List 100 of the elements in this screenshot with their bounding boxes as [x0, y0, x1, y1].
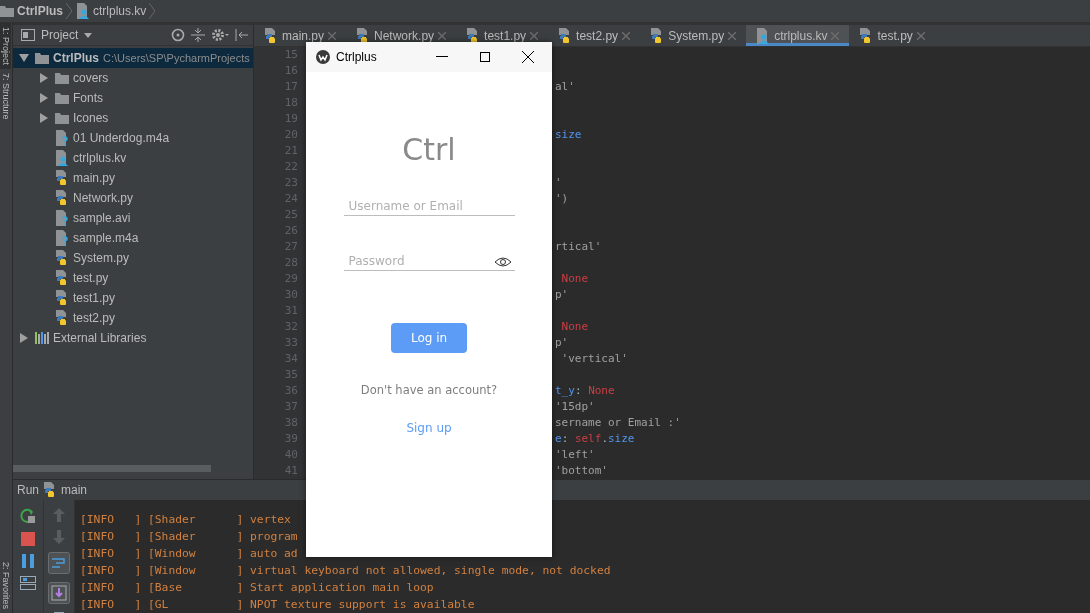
code-line: ')	[555, 192, 569, 205]
chevron-icon	[66, 3, 72, 19]
tree-item[interactable]: test.py	[13, 268, 253, 288]
password-field[interactable]: Password	[343, 252, 515, 271]
tree-item-label: Network.py	[73, 191, 134, 205]
tree-item-label: sample.m4a	[73, 231, 139, 245]
tree-item[interactable]: sample.avi	[13, 208, 253, 228]
breadcrumb-item[interactable]: CtrlPlus	[17, 4, 63, 18]
tree-item[interactable]: test2.py	[13, 308, 253, 328]
python-file-icon	[43, 482, 57, 498]
tree-item-label: sample.avi	[73, 211, 131, 225]
username-field[interactable]: Username or Email	[343, 197, 515, 216]
editor-tab[interactable]: test2.py	[548, 25, 641, 46]
scroll-to-end-icon[interactable]	[48, 582, 70, 604]
unknown-file-icon	[55, 210, 69, 226]
app-heading: Ctrl	[402, 132, 456, 167]
editor-tab[interactable]: System.py	[640, 25, 747, 46]
unknown-file-icon	[55, 230, 69, 246]
editor-tab[interactable]: ctrlplus.kv	[746, 25, 850, 46]
unknown-file-icon	[55, 130, 69, 146]
tool-window-tab[interactable]: 2: Favorites	[0, 557, 11, 613]
log-line: [INFO ] [GL ] NPOT texture support is available	[80, 597, 476, 613]
tree-item[interactable]: 01 Underdog.m4a	[13, 128, 253, 148]
person-file-icon	[55, 150, 69, 166]
folder-icon	[55, 92, 69, 104]
tree-item[interactable]: Icones	[13, 108, 253, 128]
tree-item[interactable]: sample.m4a	[13, 228, 253, 248]
tree-item-label: test.py	[73, 271, 109, 285]
tree-item-label: test2.py	[73, 311, 116, 325]
tree-item[interactable]: Fonts	[13, 88, 253, 108]
signup-prompt: Don't have an account?	[360, 383, 498, 397]
hide-panel-icon[interactable]	[235, 28, 249, 42]
settings-icon[interactable]	[211, 28, 229, 42]
signup-link[interactable]: Sign up	[406, 421, 452, 435]
scrollbar-thumb[interactable]	[13, 465, 211, 472]
close-icon[interactable]	[522, 51, 534, 63]
code-line: e: self.size	[555, 432, 635, 445]
code-line: al'	[555, 80, 575, 93]
soft-wrap-icon[interactable]	[48, 552, 70, 574]
log-line: [INFO ] [Base ] Start application main loop	[80, 580, 435, 596]
code-line: '	[555, 176, 562, 189]
tool-window-tab[interactable]: 7: Structure	[0, 69, 11, 124]
tool-window-tab[interactable]: 1: Project	[0, 23, 11, 70]
breadcrumb-item[interactable]: ctrlplus.kv	[93, 4, 147, 18]
eye-icon[interactable]	[493, 257, 512, 267]
editor-tab[interactable]: main.py	[254, 25, 347, 46]
tree-item-label: CtrlPlus	[53, 51, 99, 65]
run-panel-title: Run	[17, 483, 39, 497]
python-file-icon	[55, 310, 69, 326]
log-line: [INFO ] [Window ] virtual keyboard not allowed, single mode, not docked	[80, 563, 612, 579]
code-line: None	[560, 272, 589, 285]
tree-item-label: test1.py	[73, 291, 116, 305]
tree-item[interactable]: main.py	[13, 168, 253, 188]
editor-tab[interactable]: test.py	[849, 25, 935, 46]
python-file-icon	[55, 290, 69, 306]
code-line: t_y: None	[555, 384, 615, 397]
panel-title[interactable]: Project	[41, 28, 79, 42]
rerun-icon[interactable]	[20, 508, 36, 524]
tree-item[interactable]: CtrlPlus C:\Users\SP\PycharmProjects	[13, 48, 253, 68]
folder-icon	[0, 5, 14, 17]
editor-tab[interactable]: test1.py	[456, 25, 549, 46]
dropdown-caret-icon[interactable]	[84, 32, 93, 38]
folder-icon	[35, 52, 49, 64]
tree-item[interactable]: Network.py	[13, 188, 253, 208]
locate-icon[interactable]	[171, 28, 185, 42]
folder-icon	[55, 72, 69, 84]
log-line: [INFO ] [Window ] auto ad	[80, 546, 299, 562]
tree-item-label: ctrlplus.kv	[73, 151, 127, 165]
python-file-icon	[264, 27, 278, 44]
tree-item-label: System.py	[73, 251, 129, 265]
maximize-icon[interactable]	[480, 52, 490, 62]
log-line: [INFO ] [Shader ] program	[80, 529, 299, 545]
tree-item[interactable]: covers	[13, 68, 253, 88]
tree-item[interactable]: ctrlplus.kv	[13, 148, 253, 168]
code-line: p'	[555, 288, 569, 301]
tree-item-label: Icones	[73, 111, 109, 125]
tree-item-label: Fonts	[73, 91, 103, 105]
tree-item-label: External Libraries	[53, 331, 147, 345]
expanded-arrow-icon[interactable]	[19, 54, 29, 62]
code-line: size	[555, 128, 582, 141]
run-config-name[interactable]: main	[61, 483, 88, 497]
python-file-icon	[55, 170, 69, 186]
log-line: [INFO ] [Shader ] vertex	[80, 512, 292, 528]
tree-item[interactable]: System.py	[13, 248, 253, 268]
tree-item-label: covers	[73, 71, 109, 85]
tree-item[interactable]: test1.py	[13, 288, 253, 308]
collapsed-arrow-icon[interactable]	[20, 333, 28, 343]
folder-icon	[55, 112, 69, 124]
code-line: 'left'	[555, 448, 595, 461]
code-line: sername or Email :'	[555, 416, 681, 429]
tree-item[interactable]: External Libraries	[13, 328, 253, 348]
collapse-all-icon[interactable]	[191, 28, 205, 42]
python-file-icon	[55, 250, 69, 266]
pause-icon[interactable]	[21, 554, 35, 568]
editor-tab[interactable]: Network.py	[346, 25, 457, 46]
code-line: '15dp'	[555, 400, 595, 413]
code-line: 'vertical'	[560, 352, 628, 365]
minimize-icon[interactable]	[436, 56, 448, 58]
tree-item-label: 01 Underdog.m4a	[73, 131, 170, 145]
layout-icon[interactable]	[20, 576, 36, 590]
